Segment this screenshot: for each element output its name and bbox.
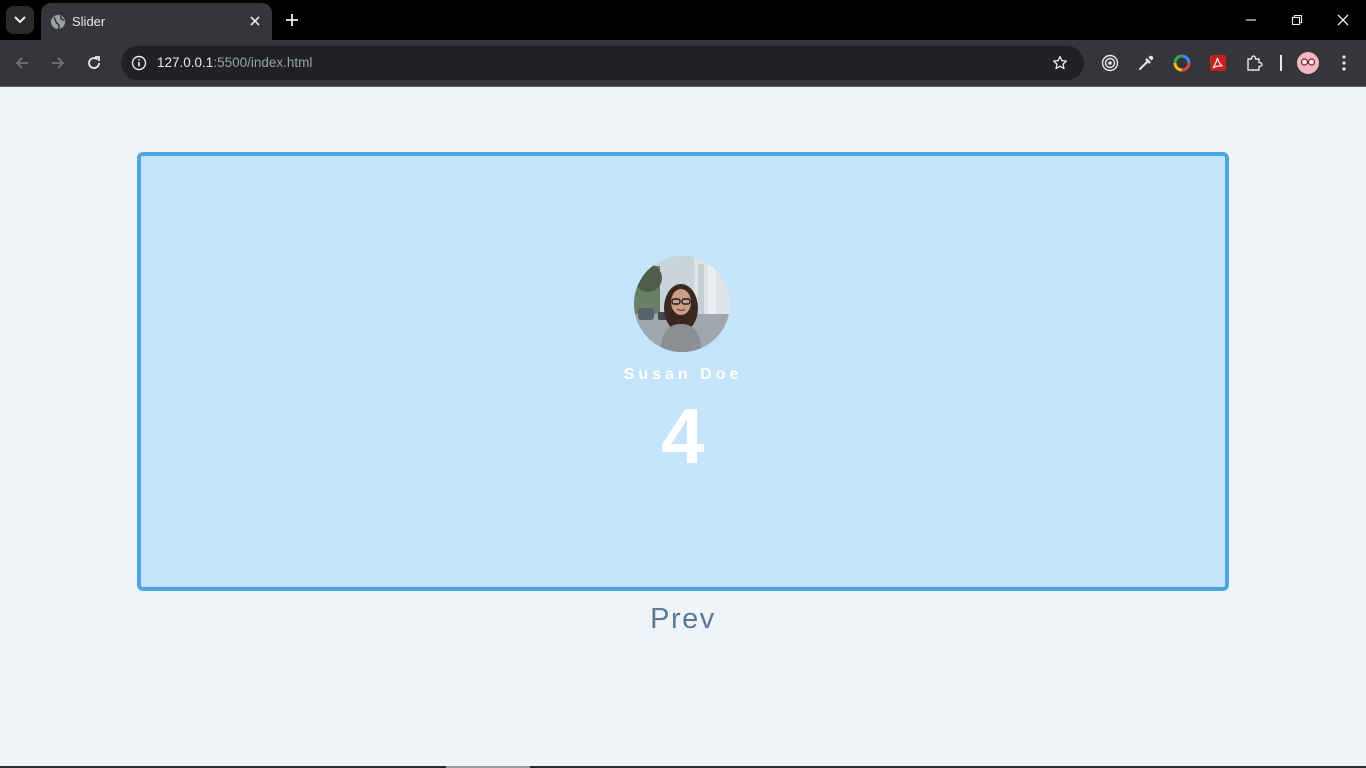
person-avatar-image [634, 256, 730, 352]
pdf-extension-icon[interactable] [1207, 52, 1229, 74]
reload-icon[interactable] [80, 49, 108, 77]
site-info-icon[interactable] [129, 53, 149, 73]
prev-button[interactable]: Prev [583, 603, 783, 636]
tab-title: Slider [72, 14, 106, 29]
color-ring-extension-icon[interactable] [1171, 52, 1193, 74]
person-name: Susan Doe [623, 366, 743, 383]
minimize-icon[interactable] [1228, 0, 1274, 40]
back-arrow-icon[interactable] [8, 49, 36, 77]
star-icon[interactable] [1050, 53, 1070, 73]
forward-arrow-icon[interactable] [44, 49, 72, 77]
profile-avatar-icon[interactable] [1297, 52, 1319, 74]
active-tab[interactable]: Slider [41, 3, 272, 40]
kebab-menu-icon[interactable] [1333, 52, 1355, 74]
close-icon[interactable] [246, 12, 264, 30]
target-extension-icon[interactable] [1099, 52, 1121, 74]
puzzle-icon[interactable] [1243, 52, 1265, 74]
url-path: :5500/index.html [213, 55, 313, 70]
address-bar[interactable]: 127.0.0.1:5500/index.html [121, 46, 1084, 80]
tab-search-icon[interactable] [6, 6, 34, 34]
toolbar-separator [1280, 55, 1282, 71]
slide-number: 4 [661, 392, 705, 480]
tab-strip: Slider [0, 0, 1366, 40]
window-close-icon[interactable] [1320, 0, 1366, 40]
restore-icon[interactable] [1274, 0, 1320, 40]
url-host: 127.0.0.1 [157, 55, 214, 70]
eyedropper-icon[interactable] [1135, 52, 1157, 74]
globe-icon [50, 14, 66, 35]
toolbar-divider [0, 86, 1366, 87]
plus-icon[interactable] [280, 8, 304, 32]
browser-toolbar: 127.0.0.1:5500/index.html [0, 40, 1366, 86]
url-text: 127.0.0.1:5500/index.html [157, 55, 312, 70]
